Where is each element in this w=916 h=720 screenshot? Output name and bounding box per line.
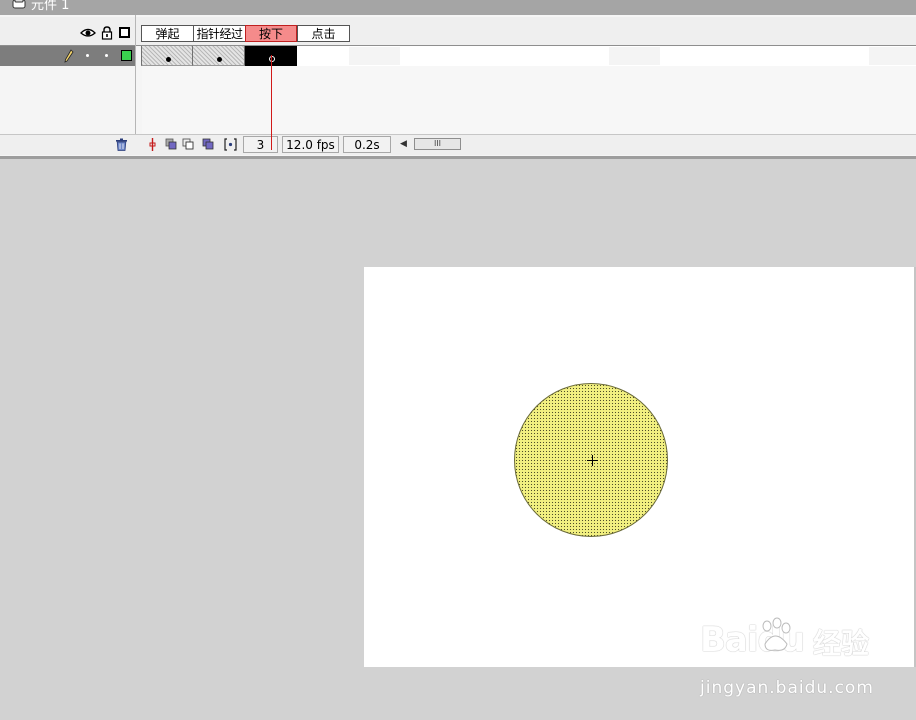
onion-skin-icon[interactable]	[165, 138, 178, 151]
window-title-bar: 元件 1	[0, 0, 916, 15]
trash-icon[interactable]	[115, 138, 128, 151]
state-label-over[interactable]: 指针经过	[193, 25, 245, 42]
edit-multiple-frames-icon[interactable]	[202, 138, 215, 151]
layer-lock-toggle[interactable]	[105, 54, 108, 57]
window-title: 元件 1	[31, 0, 70, 13]
layer-list-empty-area	[0, 66, 135, 134]
center-frame-icon[interactable]	[146, 138, 159, 151]
frames-empty-area	[142, 66, 916, 134]
frame-rate-field[interactable]: 12.0 fps	[282, 136, 339, 153]
scroll-left-arrow-icon[interactable]: ◀	[400, 137, 407, 152]
layer-outline-color-swatch[interactable]	[121, 50, 132, 61]
keyframe-up[interactable]	[141, 46, 193, 66]
layer-row[interactable]	[0, 46, 916, 66]
keyframe-dot	[269, 56, 275, 62]
watermark-product: 经验	[813, 627, 870, 660]
state-label-down[interactable]: 按下	[245, 25, 297, 42]
keyframe-dot	[166, 57, 171, 62]
frame-span-block	[869, 47, 916, 65]
elapsed-time-field: 0.2s	[343, 136, 391, 153]
pencil-icon	[64, 49, 74, 63]
paw-icon	[762, 617, 791, 651]
button-symbol-icon	[12, 0, 26, 9]
watermark: Baidu 经验 jingyan.baidu.com	[700, 617, 900, 700]
timeline-status-bar: 3 12.0 fps 0.2s ◀ III	[0, 134, 916, 155]
timeline-header: 弹起 指针经过 按下 点击	[0, 17, 916, 45]
registration-point-icon	[587, 455, 598, 466]
timeline-panel: 弹起 指针经过 按下 点击 3 12.0 fps 0.2s ◀ III	[0, 15, 916, 156]
playhead[interactable]	[271, 55, 272, 150]
frames-row[interactable]	[141, 46, 916, 66]
outline-icon[interactable]	[119, 27, 130, 38]
watermark-url: jingyan.baidu.com	[700, 678, 874, 698]
current-frame-field: 3	[243, 136, 278, 153]
layer-name-cell[interactable]	[0, 46, 135, 66]
modify-onion-markers-icon[interactable]	[224, 138, 237, 151]
keyframe-over[interactable]	[193, 46, 245, 66]
frame-span-block	[609, 47, 660, 65]
horizontal-scrollbar-thumb[interactable]: III	[414, 138, 461, 150]
keyframe-dot	[217, 57, 222, 62]
timeline-resize-divider[interactable]	[0, 156, 916, 159]
frame-span-block	[349, 47, 400, 65]
state-label-up[interactable]: 弹起	[141, 25, 193, 42]
layer-visibility-toggle[interactable]	[86, 54, 89, 57]
eye-icon[interactable]	[80, 27, 96, 39]
lock-icon[interactable]	[101, 26, 113, 40]
onion-skin-outline-icon[interactable]	[182, 138, 195, 151]
state-label-hit[interactable]: 点击	[297, 25, 350, 42]
